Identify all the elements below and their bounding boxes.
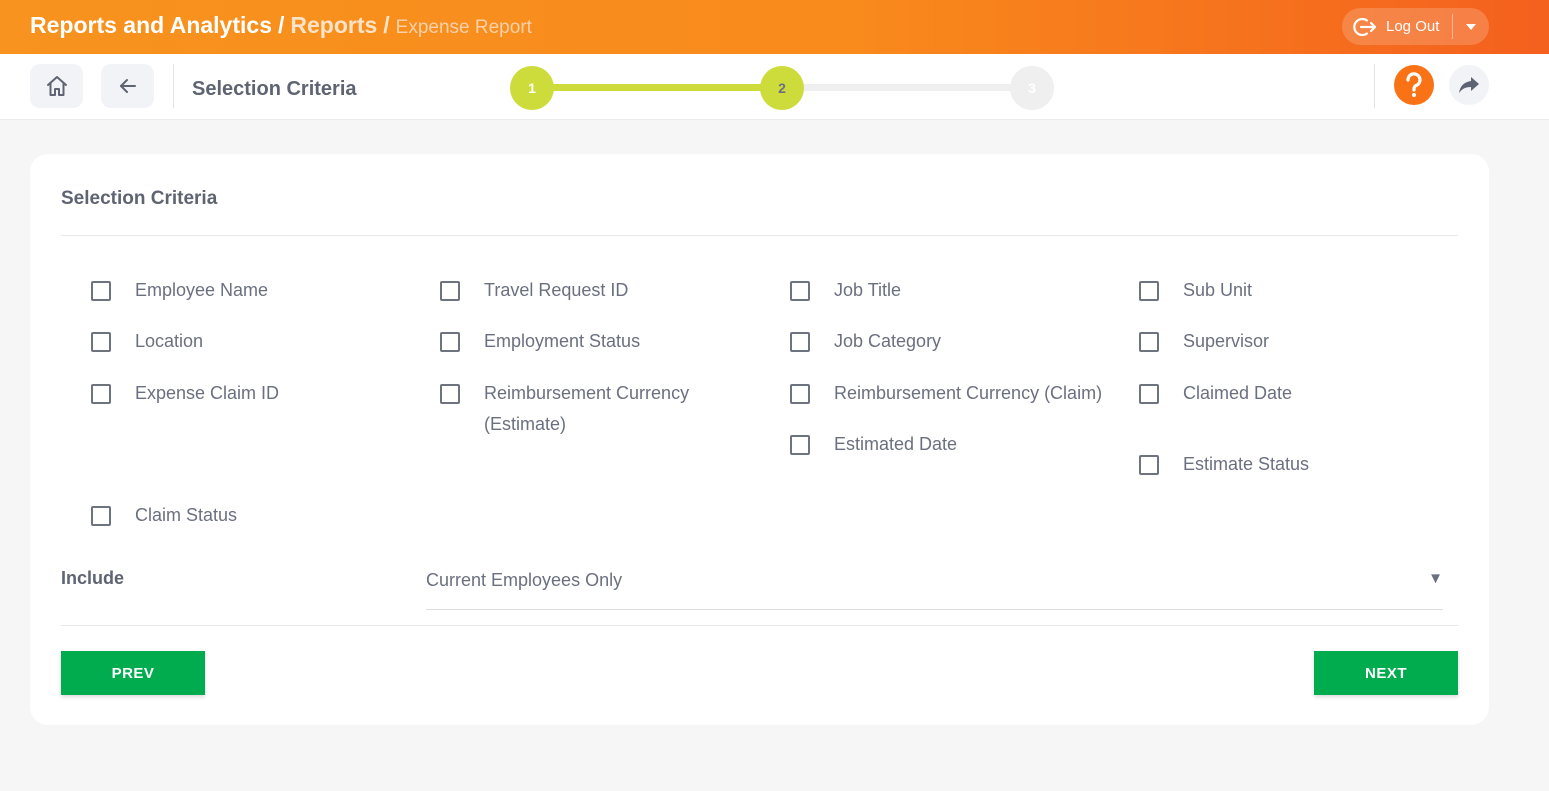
- option-reimbursement-currency-claim[interactable]: Reimbursement Currency (Claim): [790, 381, 1102, 409]
- home-button[interactable]: [30, 64, 83, 108]
- dropdown-arrow-icon: ▼: [1428, 570, 1443, 587]
- checkbox[interactable]: [790, 384, 810, 404]
- option-job-title[interactable]: Job Title: [790, 278, 901, 306]
- arrow-left-icon: [119, 79, 136, 93]
- option-label: Estimated Date: [834, 434, 958, 454]
- option-employee-name[interactable]: Employee Name: [91, 278, 268, 306]
- option-label: Employee Name: [135, 280, 269, 300]
- checkbox[interactable]: [440, 384, 460, 404]
- option-label: Job Category: [834, 331, 942, 351]
- toolbar-divider: [173, 64, 174, 108]
- card-title: Selection Criteria: [61, 188, 218, 209]
- option-estimated-date[interactable]: Estimated Date: [790, 432, 957, 460]
- step-3: 3: [1010, 66, 1054, 110]
- selection-criteria-card: Selection Criteria Employee Name Travel …: [30, 154, 1489, 725]
- checkbox[interactable]: [440, 332, 460, 352]
- breadcrumb-separator: /: [383, 12, 390, 38]
- checkbox[interactable]: [91, 506, 111, 526]
- share-button[interactable]: [1449, 65, 1489, 105]
- option-label: Reimbursement Currency (Estimate): [484, 383, 690, 434]
- divider: [61, 235, 1458, 236]
- next-button[interactable]: NEXT: [1314, 651, 1458, 695]
- share-icon: [1459, 77, 1479, 93]
- option-label: Estimate Status: [1183, 454, 1310, 474]
- option-reimbursement-currency-estimate[interactable]: Reimbursement Currency (Estimate): [440, 381, 720, 440]
- stepper-progress: [532, 84, 782, 91]
- option-label: Claimed Date: [1183, 383, 1293, 403]
- user-menu-dropdown[interactable]: [1453, 8, 1489, 45]
- option-label: Reimbursement Currency (Claim): [834, 383, 1103, 403]
- breadcrumb-reports-and-analytics[interactable]: Reports and Analytics: [30, 12, 272, 38]
- prev-button[interactable]: PREV: [61, 651, 205, 695]
- option-estimate-status[interactable]: Estimate Status: [1139, 452, 1309, 480]
- logout-label: Log Out: [1386, 18, 1440, 35]
- include-select-value: Current Employees Only: [426, 570, 623, 590]
- breadcrumb: Reports and Analytics / Reports / Expense Re…: [30, 12, 532, 39]
- option-label: Claim Status: [135, 505, 238, 525]
- checkbox[interactable]: [790, 281, 810, 301]
- page-title: Selection Criteria: [192, 78, 357, 100]
- option-employment-status[interactable]: Employment Status: [440, 329, 640, 357]
- option-label: Location: [135, 331, 204, 351]
- caret-down-icon: [1466, 23, 1476, 30]
- checkbox[interactable]: [790, 332, 810, 352]
- option-label: Job Title: [834, 280, 902, 300]
- logout-group: Log Out: [1342, 8, 1489, 45]
- option-claim-status[interactable]: Claim Status: [91, 503, 237, 531]
- step-2[interactable]: 2: [760, 66, 804, 110]
- logout-icon: [1353, 17, 1377, 36]
- step-1[interactable]: 1: [510, 66, 554, 110]
- option-expense-claim-id[interactable]: Expense Claim ID: [91, 381, 279, 409]
- checkbox[interactable]: [1139, 384, 1159, 404]
- checkbox[interactable]: [1139, 332, 1159, 352]
- back-button[interactable]: [101, 64, 154, 108]
- include-select[interactable]: Current Employees Only ▼: [426, 558, 1443, 610]
- checkbox[interactable]: [91, 281, 111, 301]
- home-icon: [46, 76, 67, 96]
- option-label: Travel Request ID: [484, 280, 629, 300]
- option-location[interactable]: Location: [91, 329, 203, 357]
- include-label: Include: [61, 568, 125, 588]
- option-supervisor[interactable]: Supervisor: [1139, 329, 1269, 357]
- checkbox[interactable]: [1139, 281, 1159, 301]
- top-header: Reports and Analytics / Reports / Expense Re…: [0, 0, 1549, 54]
- option-label: Sub Unit: [1183, 280, 1253, 300]
- toolbar-divider: [1374, 64, 1375, 108]
- breadcrumb-expense-report: Expense Report: [395, 17, 532, 38]
- option-job-category[interactable]: Job Category: [790, 329, 941, 357]
- logout-button[interactable]: Log Out: [1342, 8, 1452, 45]
- divider: [61, 625, 1458, 626]
- option-sub-unit[interactable]: Sub Unit: [1139, 278, 1252, 306]
- checkbox[interactable]: [1139, 455, 1159, 475]
- option-label: Employment Status: [484, 331, 641, 351]
- option-label: Supervisor: [1183, 331, 1270, 351]
- checkbox[interactable]: [440, 281, 460, 301]
- option-label: Expense Claim ID: [135, 383, 280, 403]
- help-button[interactable]: [1394, 65, 1434, 105]
- checkbox[interactable]: [790, 435, 810, 455]
- option-travel-request-id[interactable]: Travel Request ID: [440, 278, 628, 306]
- page-toolbar: Selection Criteria 1 2 3: [0, 54, 1549, 120]
- option-claimed-date[interactable]: Claimed Date: [1139, 381, 1292, 409]
- question-icon: [1406, 72, 1422, 97]
- checkbox[interactable]: [91, 384, 111, 404]
- breadcrumb-separator: /: [277, 12, 285, 38]
- breadcrumb-reports[interactable]: Reports: [290, 12, 377, 38]
- checkbox[interactable]: [91, 332, 111, 352]
